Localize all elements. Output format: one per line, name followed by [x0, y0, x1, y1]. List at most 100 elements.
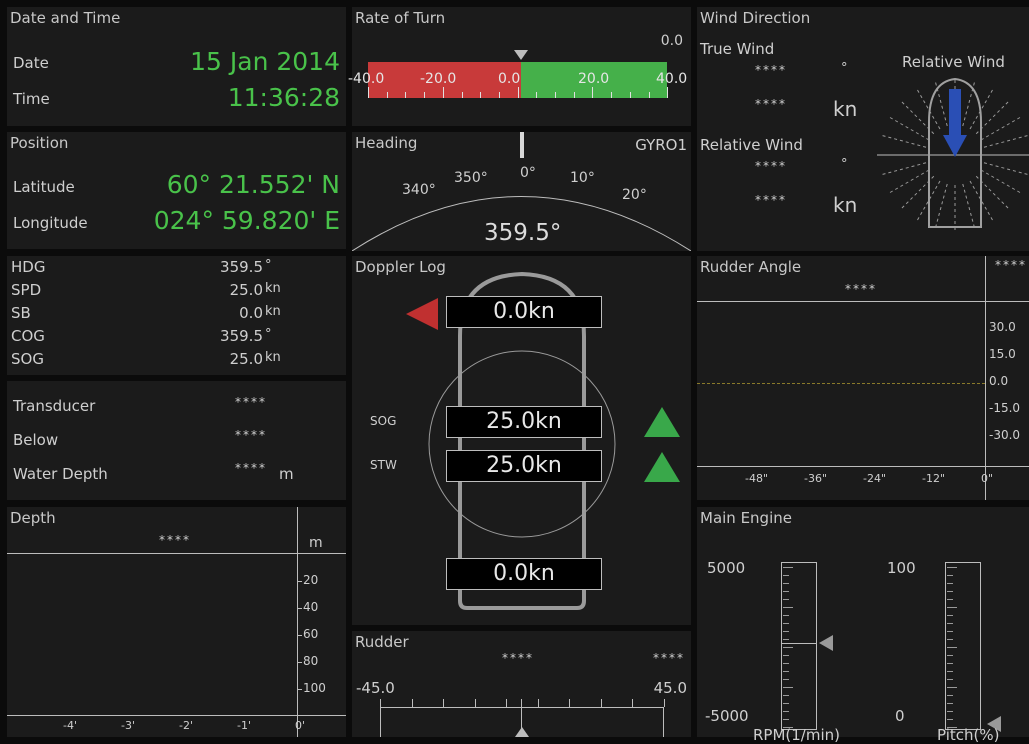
engine-tick — [947, 575, 953, 576]
position-title: Position — [10, 134, 69, 152]
wind-ray — [881, 134, 927, 148]
rudder-angle-panel: Rudder Angle **** **** 30.0 15.0 0.0 -15.0 -… — [697, 256, 1029, 500]
doppler-log-panel: Doppler Log 0.0kn SOG 25.0kn STW 25.0kn … — [352, 256, 691, 625]
pitch-max: 100 — [887, 559, 916, 577]
wind-ray — [934, 183, 948, 229]
rudder-tick — [411, 699, 413, 707]
rudder-angle-zero-line — [697, 383, 985, 384]
rot-scale-label: 40.0 — [656, 71, 688, 87]
rot-tick — [498, 92, 500, 98]
nav-row-unit: kn — [265, 350, 281, 365]
wind-ray — [983, 162, 1029, 176]
rot-tick — [480, 92, 482, 98]
rudder-value-right: **** — [653, 651, 685, 665]
water-depth-unit: m — [279, 465, 294, 483]
rudder-angle-x-tick-label: -48" — [745, 472, 769, 485]
longitude-value: 024° 59.820' E — [153, 206, 340, 235]
depth-y-tick-label: 40 — [303, 600, 319, 614]
depth-info-panel: Transducer **** Below **** Water Depth *… — [7, 381, 346, 500]
sog-label: SOG — [370, 414, 397, 428]
nav-row-unit: kn — [265, 281, 281, 296]
main-engine-panel: Main Engine 5000 -5000 RPM(1/min) 100 0 … — [697, 507, 1029, 744]
stw-readout: 25.0kn — [446, 450, 602, 482]
rate-of-turn-panel: Rate of Turn 0.0 -40.0 -20.0 0.0 20.0 40.0 — [348, 7, 691, 126]
aft-speed-readout: 0.0kn — [446, 558, 602, 590]
wind-ray — [881, 162, 927, 176]
wind-ray — [888, 169, 930, 194]
relative-wind-speed-unit: kn — [833, 193, 858, 217]
nav-row-label: COG — [11, 327, 45, 345]
rpm-zero-line — [781, 643, 817, 644]
engine-tick — [783, 703, 789, 704]
depth-x-tick-label: -1' — [237, 719, 251, 732]
heading-scale-label: 10° — [570, 170, 595, 186]
engine-tick — [783, 607, 793, 608]
rot-scale-label: -40.0 — [348, 71, 385, 87]
engine-tick — [783, 591, 789, 592]
rot-tick — [517, 87, 519, 98]
nav-row-unit: kn — [265, 304, 281, 319]
engine-tick — [783, 647, 793, 648]
rot-value: 0.0 — [660, 33, 683, 49]
heading-scale-label: 350° — [454, 170, 488, 186]
below-value: **** — [235, 428, 267, 442]
true-wind-dir-unit: ° — [841, 61, 848, 76]
rudder-tick — [506, 699, 507, 707]
engine-tick — [947, 711, 953, 712]
rudder-angle-value: **** — [845, 282, 877, 296]
heading-scale-label: 20° — [622, 187, 647, 203]
rot-tick — [424, 92, 426, 98]
true-wind-dir: **** — [755, 63, 787, 77]
engine-tick — [947, 567, 957, 568]
latitude-value: 60° 21.552' N — [166, 170, 340, 199]
rot-pointer-icon — [514, 50, 528, 60]
true-wind-speed: **** — [755, 97, 787, 111]
engine-tick — [947, 663, 953, 664]
engine-tick — [783, 567, 793, 568]
nav-row-label: SOG — [11, 350, 44, 368]
rot-tick — [461, 92, 463, 98]
depth-y-tick-label: 80 — [303, 654, 319, 668]
rpm-bar — [781, 562, 817, 730]
rpm-pointer-icon — [819, 635, 833, 651]
heading-scale-label: 340° — [402, 182, 436, 198]
engine-tick — [783, 575, 789, 576]
rudder-angle-x-tick-label: -24" — [863, 472, 887, 485]
relative-wind-dir-unit: ° — [841, 157, 848, 172]
relative-wind-dir: **** — [755, 159, 787, 173]
engine-tick — [947, 615, 953, 616]
rudder-tick — [537, 699, 539, 707]
engine-tick — [783, 679, 789, 680]
nav-data-panel: HDG 359.5 ° SPD 25.0 kn SB 0.0 kn COG 359.5 ° SOG 25.… — [7, 256, 346, 375]
pitch-label: Pitch(%) — [937, 726, 1000, 744]
engine-tick — [783, 687, 793, 688]
rudder-angle-x-tick-label: -12" — [922, 472, 946, 485]
engine-tick — [947, 655, 953, 656]
rudder-angle-x-tick-label: 0" — [981, 472, 994, 485]
rudder-tick — [569, 699, 570, 707]
engine-tick — [947, 583, 953, 584]
depth-y-tick-mark — [297, 662, 302, 663]
transducer-label: Transducer — [13, 397, 96, 415]
engine-tick — [947, 639, 953, 640]
rudder-max: 45.0 — [653, 679, 687, 697]
depth-y-tick-label: 20 — [303, 573, 319, 587]
date-time-title: Date and Time — [10, 9, 121, 27]
rudder-angle-y-tick-label: 15.0 — [989, 347, 1016, 361]
rudder-tick — [632, 699, 633, 707]
rot-scale-label: 20.0 — [578, 71, 610, 87]
rpm-max: 5000 — [707, 559, 746, 577]
engine-tick — [947, 719, 953, 720]
rudder-angle-y-tick-label: 30.0 — [989, 320, 1016, 334]
engine-tick — [783, 639, 789, 640]
depth-y-tick-label: 60 — [303, 627, 319, 641]
fore-speed-readout: 0.0kn — [446, 296, 602, 328]
relative-wind-speed: **** — [755, 193, 787, 207]
depth-title: Depth — [10, 509, 56, 527]
rudder-title: Rudder — [355, 633, 409, 651]
engine-tick — [947, 671, 953, 672]
rot-tick — [629, 92, 631, 98]
rot-tick — [555, 92, 556, 98]
rot-scale-label: 0.0 — [498, 71, 521, 87]
depth-axis-vertical — [297, 507, 298, 737]
